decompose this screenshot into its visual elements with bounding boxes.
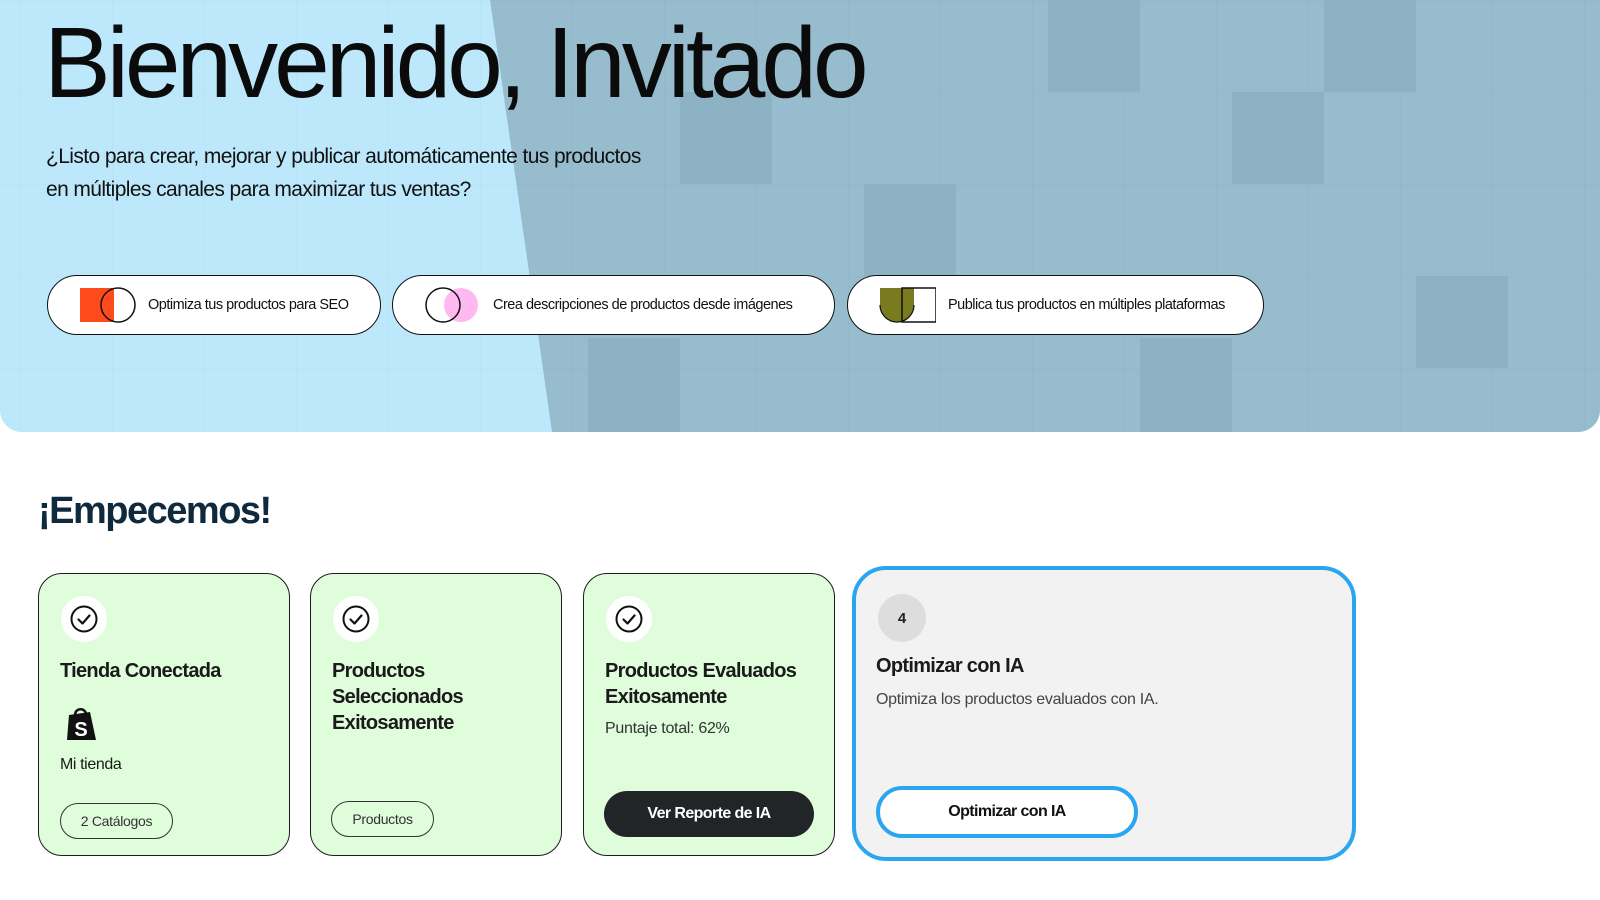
seo-venn-icon [80,287,136,323]
onboarding-title: ¡Empecemos! [38,490,272,532]
shopify-icon: S [67,708,96,741]
page-title: Bienvenido, Invitado [44,7,869,119]
step-card-products-evaluated: Productos Evaluados Exitosamente Puntaje… [583,573,835,856]
optimize-ai-button[interactable]: Optimizar con IA [876,786,1138,838]
feature-pill-descriptions[interactable]: Crea descripciones de productos desde im… [392,275,835,335]
store-name: Mi tienda [60,756,122,773]
feature-pill-label: Publica tus productos en múltiples plata… [948,297,1225,313]
check-circle-icon [333,596,379,642]
step-title: Productos Seleccionados Exitosamente [332,660,464,734]
feature-pill-seo[interactable]: Optimiza tus productos para SEO [47,275,381,335]
check-circle-icon [606,596,652,642]
feature-pill-publish[interactable]: Publica tus productos en múltiples plata… [847,275,1264,335]
svg-text:S: S [74,719,87,741]
view-ai-report-button[interactable]: Ver Reporte de IA [604,791,814,837]
step-card-store-connected: Tienda Conectada S Mi tienda 2 Catálogos [38,573,290,856]
total-score: Puntaje total: 62% [605,720,730,737]
step-number-badge: 4 [878,594,926,642]
welcome-hero: Bienvenido, Invitado ¿Listo para crear, … [0,0,1600,432]
step-card-products-selected: Productos Seleccionados Exitosamente Pro… [310,573,562,856]
catalogs-tag[interactable]: 2 Catálogos [60,803,173,839]
check-circle-icon [61,596,107,642]
step-card-optimize-ai: 4 Optimizar con IA Optimiza los producto… [852,566,1356,861]
feature-pill-label: Crea descripciones de productos desde im… [493,297,793,313]
step-description: Optimiza los productos evaluados con IA. [876,691,1159,708]
products-tag[interactable]: Productos [331,801,434,837]
image-venn-icon [425,287,478,323]
platforms-venn-icon [879,287,936,323]
step-title: Productos Evaluados Exitosamente [605,660,797,708]
feature-pill-label: Optimiza tus productos para SEO [148,297,349,313]
step-title: Tienda Conectada [60,660,221,682]
step-title: Optimizar con IA [876,655,1024,677]
hero-subtitle: ¿Listo para crear, mejorar y publicar au… [46,145,641,201]
